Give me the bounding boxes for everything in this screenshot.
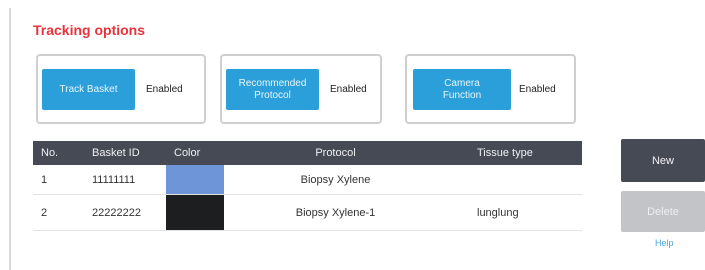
- track-basket-state: Enabled: [146, 84, 183, 95]
- header-color[interactable]: Color: [166, 141, 224, 165]
- header-protocol[interactable]: Protocol: [224, 141, 447, 165]
- camera-function-button[interactable]: Camera Function: [413, 69, 511, 110]
- new-button[interactable]: New: [621, 139, 705, 182]
- track-basket-button[interactable]: Track Basket: [42, 69, 135, 110]
- recommended-protocol-state: Enabled: [330, 84, 367, 95]
- basket-table: No. Basket ID Color Protocol Tissue type…: [33, 141, 582, 231]
- color-swatch: [166, 195, 224, 230]
- recommended-protocol-button[interactable]: Recommended Protocol: [226, 69, 319, 110]
- header-no[interactable]: No.: [33, 141, 70, 165]
- row-protocol: Biopsy Xylene: [224, 165, 447, 195]
- delete-button[interactable]: Delete: [621, 191, 705, 232]
- row-no: 1: [33, 165, 70, 195]
- table-row[interactable]: 1 11111111 Biopsy Xylene: [33, 165, 582, 195]
- row-tissue-type: lunglung: [447, 194, 582, 231]
- row-basket-id: 11111111: [70, 165, 166, 195]
- row-color: [166, 165, 224, 195]
- row-protocol: Biopsy Xylene-1: [224, 194, 447, 231]
- option-card-camera-function: Camera Function Enabled: [405, 54, 576, 124]
- table-header-row: No. Basket ID Color Protocol Tissue type: [33, 141, 582, 165]
- option-card-track-basket: Track Basket Enabled: [36, 54, 206, 124]
- option-card-recommended-protocol: Recommended Protocol Enabled: [220, 54, 382, 124]
- camera-function-state: Enabled: [519, 84, 556, 95]
- header-tissue-type[interactable]: Tissue type: [447, 141, 582, 165]
- row-basket-id: 22222222: [70, 194, 166, 231]
- header-basket-id[interactable]: Basket ID: [70, 141, 166, 165]
- color-swatch: [166, 165, 224, 194]
- row-tissue-type: [447, 165, 582, 195]
- left-divider: [9, 8, 11, 270]
- section-title: Tracking options: [33, 22, 146, 38]
- table-row[interactable]: 2 22222222 Biopsy Xylene-1 lunglung: [33, 194, 582, 231]
- row-no: 2: [33, 194, 70, 231]
- help-link[interactable]: Help: [655, 238, 674, 248]
- row-color: [166, 194, 224, 231]
